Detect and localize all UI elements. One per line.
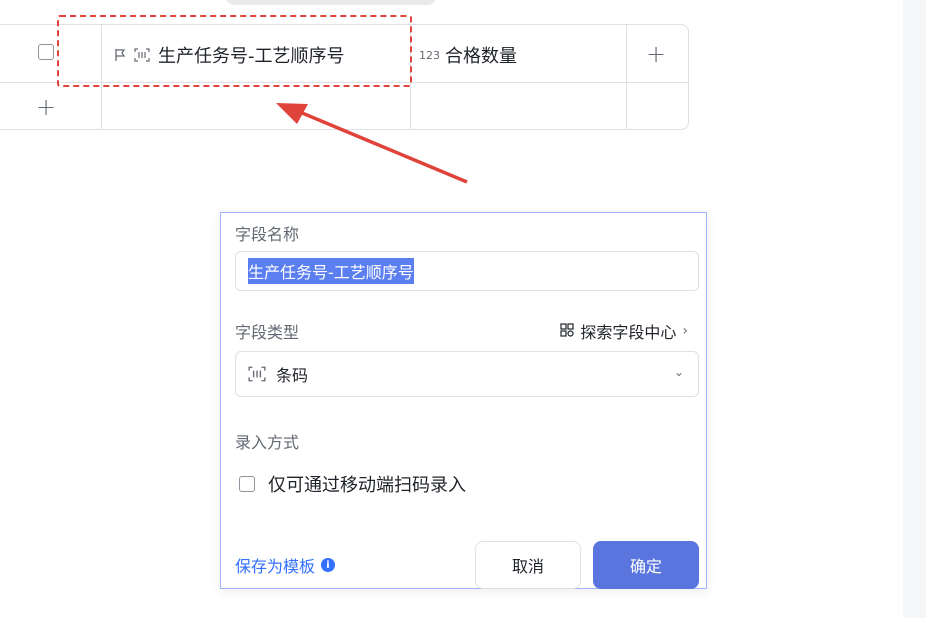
field-type-select[interactable]: 条码 ⌄ [235, 351, 699, 397]
info-icon[interactable]: i [321, 558, 336, 572]
mobile-scan-only-checkbox[interactable] [239, 476, 255, 492]
field-name-value: 生产任务号-工艺顺序号 [248, 258, 414, 284]
field-type-value: 条码 [276, 366, 309, 385]
grid-icon [560, 322, 574, 341]
barcode-icon [248, 366, 266, 382]
mobile-scan-only-label: 仅可通过移动端扫码录入 [268, 475, 466, 496]
cancel-button[interactable]: 取消 [475, 541, 581, 589]
chevron-right-icon: › [682, 323, 688, 339]
mobile-scan-only-option[interactable]: 仅可通过移动端扫码录入 [239, 471, 466, 497]
field-settings-dialog: 字段名称 生产任务号-工艺顺序号 字段类型 探索字段中心 › 条码 ⌄ 录入方式… [220, 212, 707, 589]
explore-field-center-link[interactable]: 探索字段中心 › [560, 319, 688, 343]
save-as-template-link[interactable]: 保存为模板 i [235, 553, 336, 577]
explore-label: 探索字段中心 [580, 323, 677, 342]
field-name-label: 字段名称 [235, 225, 300, 244]
confirm-button[interactable]: 确定 [593, 541, 699, 589]
save-template-label: 保存为模板 [235, 557, 316, 576]
field-type-label: 字段类型 [235, 323, 300, 342]
input-method-label: 录入方式 [235, 433, 300, 452]
field-name-input[interactable]: 生产任务号-工艺顺序号 [235, 251, 699, 291]
chevron-down-icon: ⌄ [673, 365, 684, 379]
